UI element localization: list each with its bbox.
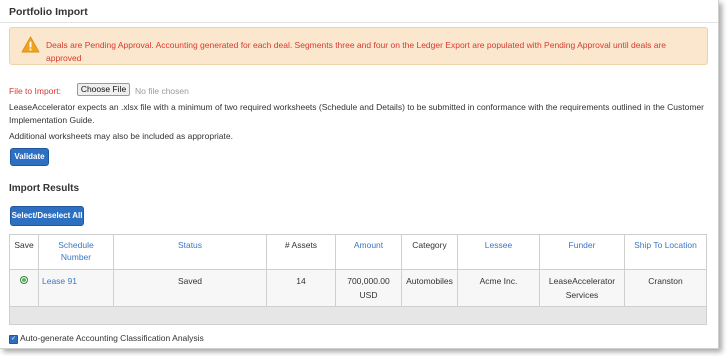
- status-cell: Saved: [113, 269, 267, 307]
- lessee-cell: Acme Inc.: [457, 269, 540, 307]
- assets-cell: 14: [266, 269, 336, 307]
- title-divider: [0, 22, 718, 23]
- choose-file-button[interactable]: Choose File: [77, 83, 130, 96]
- column-header-lessee[interactable]: Lessee: [457, 234, 540, 270]
- page-title: Portfolio Import: [9, 6, 88, 18]
- save-radio[interactable]: [20, 276, 28, 284]
- schedule-number-link[interactable]: Lease 91: [38, 269, 114, 307]
- column-header-category: Category: [401, 234, 458, 270]
- amount-cell: 700,000.00 USD: [335, 269, 402, 307]
- file-status-text: No file chosen: [135, 86, 189, 96]
- file-requirements-text: LeaseAccelerator expects an .xlsx file w…: [9, 102, 704, 125]
- column-header-ship-to-location[interactable]: Ship To Location: [624, 234, 707, 270]
- portfolio-import-panel: Portfolio Import Deals are Pending Appro…: [0, 0, 719, 349]
- column-header-status[interactable]: Status: [113, 234, 267, 270]
- select-deselect-all-button[interactable]: Select/Deselect All: [10, 206, 84, 226]
- pending-approval-alert: Deals are Pending Approval. Accounting g…: [9, 27, 708, 65]
- file-import-row: File to Import: Choose File No file chos…: [9, 83, 189, 98]
- table-footer-row: [9, 306, 707, 325]
- validate-button[interactable]: Validate: [10, 148, 49, 166]
- auto-generate-checkbox[interactable]: ✓: [9, 335, 18, 344]
- column-header-schedule-number[interactable]: Schedule Number: [38, 234, 114, 270]
- auto-generate-label: Auto-generate Accounting Classification …: [20, 333, 204, 343]
- column-header-amount[interactable]: Amount: [335, 234, 402, 270]
- additional-worksheets-note: Additional worksheets may also be includ…: [9, 131, 233, 141]
- table-footer-cell: [9, 306, 707, 325]
- import-results-title: Import Results: [9, 183, 80, 194]
- column-header-save: Save: [9, 234, 39, 270]
- column-header-funder[interactable]: Funder: [539, 234, 625, 270]
- alert-message: Deals are Pending Approval. Accounting g…: [46, 40, 666, 63]
- table-row: Lease 91 Saved 14 700,000.00 USD Automob…: [9, 269, 707, 307]
- file-to-import-label: File to Import:: [9, 86, 61, 96]
- ship-to-location-cell: Cranston: [624, 269, 707, 307]
- warning-triangle-icon: [21, 36, 40, 53]
- column-header-assets: # Assets: [266, 234, 336, 270]
- funder-cell: LeaseAccelerator Services: [539, 269, 625, 307]
- category-cell: Automobiles: [401, 269, 458, 307]
- import-results-table: Save Schedule Number Status # Assets Amo…: [9, 234, 707, 325]
- save-cell: [9, 269, 39, 307]
- table-header-row: Save Schedule Number Status # Assets Amo…: [9, 234, 707, 270]
- auto-generate-row: ✓ Auto-generate Accounting Classification…: [9, 333, 204, 347]
